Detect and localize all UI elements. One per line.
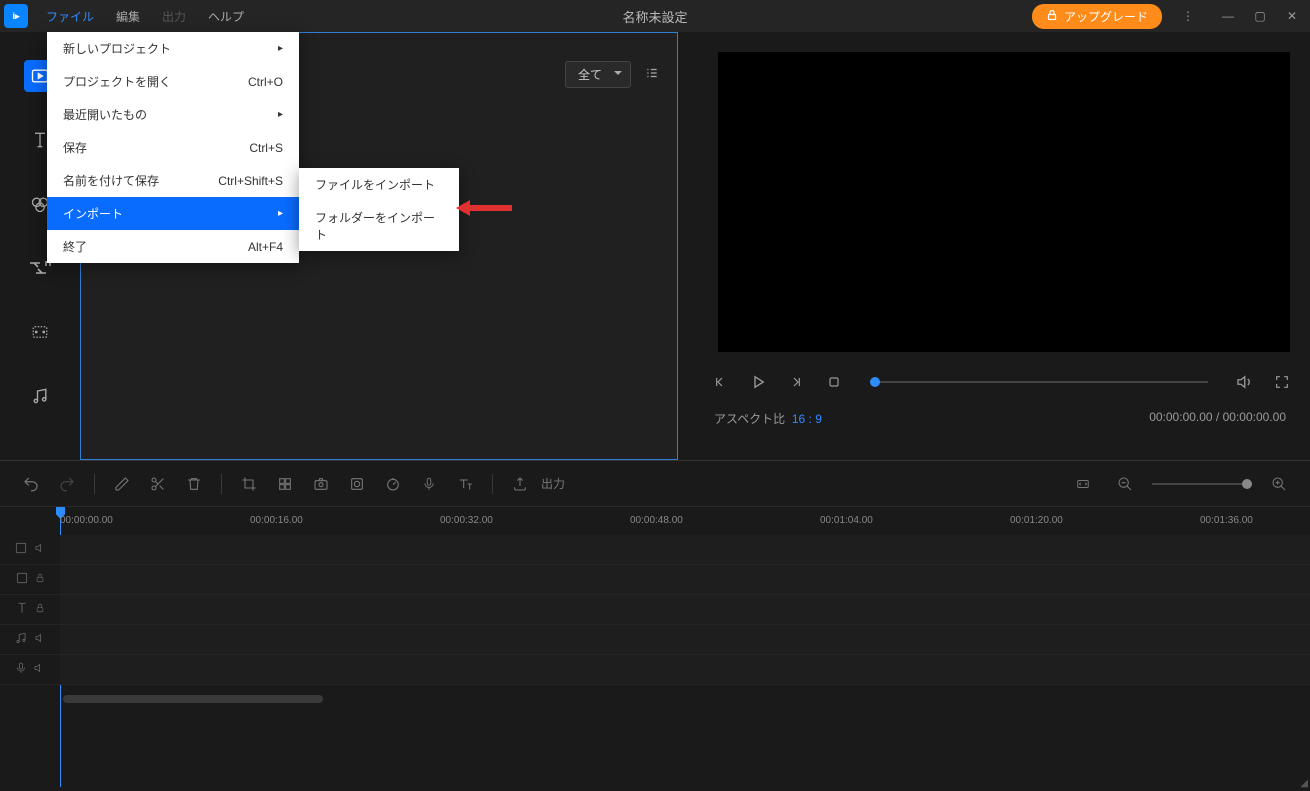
timeline-toolbar: 出力 [0,461,1310,507]
timeline: 出力 00:00:00.00 00:00:16.00 00:00:32.00 0… [0,460,1310,790]
aspect-value[interactable]: 16 : 9 [792,412,822,426]
mute-icon[interactable] [34,542,46,557]
list-view-toggle[interactable] [643,66,661,83]
menu-save-as[interactable]: 名前を付けて保存Ctrl+Shift+S [47,164,299,197]
snapshot-icon[interactable] [306,469,336,499]
ruler-mark: 00:01:04.00 [820,515,873,526]
preview-time: 00:00:00.00 / 00:00:00.00 [1149,410,1286,427]
menu-open-project[interactable]: プロジェクトを開くCtrl+O [47,65,299,98]
ruler-mark: 00:00:32.00 [440,515,493,526]
text-tool-icon[interactable] [450,469,480,499]
menu-new-project[interactable]: 新しいプロジェクト [47,32,299,65]
music-icon [14,631,28,648]
video-track[interactable] [0,535,1310,565]
timeline-scrollbar[interactable] [63,695,323,703]
tracks [0,535,1310,685]
menu-import[interactable]: インポート [47,197,299,230]
film-icon [15,571,29,588]
ruler-mark: 00:00:16.00 [250,515,303,526]
edit-icon[interactable] [107,469,137,499]
lock-icon[interactable] [35,572,45,587]
export-icon[interactable] [505,469,535,499]
menu-help[interactable]: ヘルプ [198,2,254,31]
annotation-arrow [456,200,512,216]
voiceover-icon[interactable] [414,469,444,499]
lock-icon[interactable] [35,602,45,617]
overlay-tab[interactable] [24,316,56,348]
ruler-mark: 00:01:36.00 [1200,515,1253,526]
volume-button[interactable] [1232,370,1256,394]
speed-icon[interactable] [378,469,408,499]
lock-icon [1046,9,1058,24]
import-submenu: ファイルをインポート フォルダーをインポート [299,168,459,251]
redo-button[interactable] [52,469,82,499]
submenu-import-folder[interactable]: フォルダーをインポート [299,201,459,251]
zoom-slider[interactable] [1152,483,1252,485]
voice-track[interactable] [0,655,1310,685]
menu-save[interactable]: 保存Ctrl+S [47,131,299,164]
titlebar: i▸ ファイル 編集 出力 ヘルプ 名称未設定 アップグレード ⋮ — ▢ ✕ [0,0,1310,32]
menu-output: 出力 [152,2,196,31]
audio-track[interactable] [0,625,1310,655]
upgrade-label: アップグレード [1064,8,1148,25]
export-label[interactable]: 出力 [541,475,565,492]
audio-tab[interactable] [24,380,56,412]
video-track-2[interactable] [0,565,1310,595]
app-logo: i▸ [4,4,28,28]
submenu-import-file[interactable]: ファイルをインポート [299,168,459,201]
preview-screen [718,52,1290,352]
prev-frame-button[interactable] [708,370,732,394]
undo-button[interactable] [16,469,46,499]
crop-icon[interactable] [234,469,264,499]
menu-file[interactable]: ファイル [36,2,104,31]
menu-exit[interactable]: 終了Alt+F4 [47,230,299,263]
ruler-mark: 00:01:20.00 [1010,515,1063,526]
menu-edit[interactable]: 編集 [106,2,150,31]
next-frame-button[interactable] [784,370,808,394]
maximize-button[interactable]: ▢ [1246,2,1274,30]
zoom-in-icon[interactable] [1264,469,1294,499]
delete-icon[interactable] [179,469,209,499]
upgrade-button[interactable]: アップグレード [1032,4,1162,29]
mosaic-icon[interactable] [270,469,300,499]
media-filter-select[interactable]: 全て [565,61,631,88]
resize-grip[interactable]: ◢ [1300,778,1308,789]
text-track[interactable] [0,595,1310,625]
text-icon [15,601,29,618]
film-icon [14,541,28,558]
close-button[interactable]: ✕ [1278,2,1306,30]
ruler-mark: 00:00:00.00 [60,515,113,526]
cut-icon[interactable] [143,469,173,499]
mute-icon[interactable] [33,662,45,677]
mute-icon[interactable] [34,632,46,647]
preview-progress[interactable] [870,381,1208,383]
fullscreen-button[interactable] [1270,370,1294,394]
fit-icon[interactable] [1068,469,1098,499]
mic-icon [15,661,27,678]
stop-button[interactable] [822,370,846,394]
file-menu-dropdown: 新しいプロジェクト プロジェクトを開くCtrl+O 最近開いたもの 保存Ctrl… [47,32,299,263]
play-button[interactable] [746,370,770,394]
window-title: 名称未設定 [622,7,687,26]
minimize-button[interactable]: — [1214,2,1242,30]
menu-recent[interactable]: 最近開いたもの [47,98,299,131]
timeline-ruler[interactable]: 00:00:00.00 00:00:16.00 00:00:32.00 00:0… [0,507,1310,535]
ruler-mark: 00:00:48.00 [630,515,683,526]
preview-panel: アスペクト比 16 : 9 00:00:00.00 / 00:00:00.00 [678,32,1310,460]
menubar: ファイル 編集 出力 ヘルプ [36,2,254,31]
aspect-label: アスペクト比 [714,412,785,426]
freeze-icon[interactable] [342,469,372,499]
zoom-out-icon[interactable] [1110,469,1140,499]
more-icon[interactable]: ⋮ [1174,2,1202,30]
